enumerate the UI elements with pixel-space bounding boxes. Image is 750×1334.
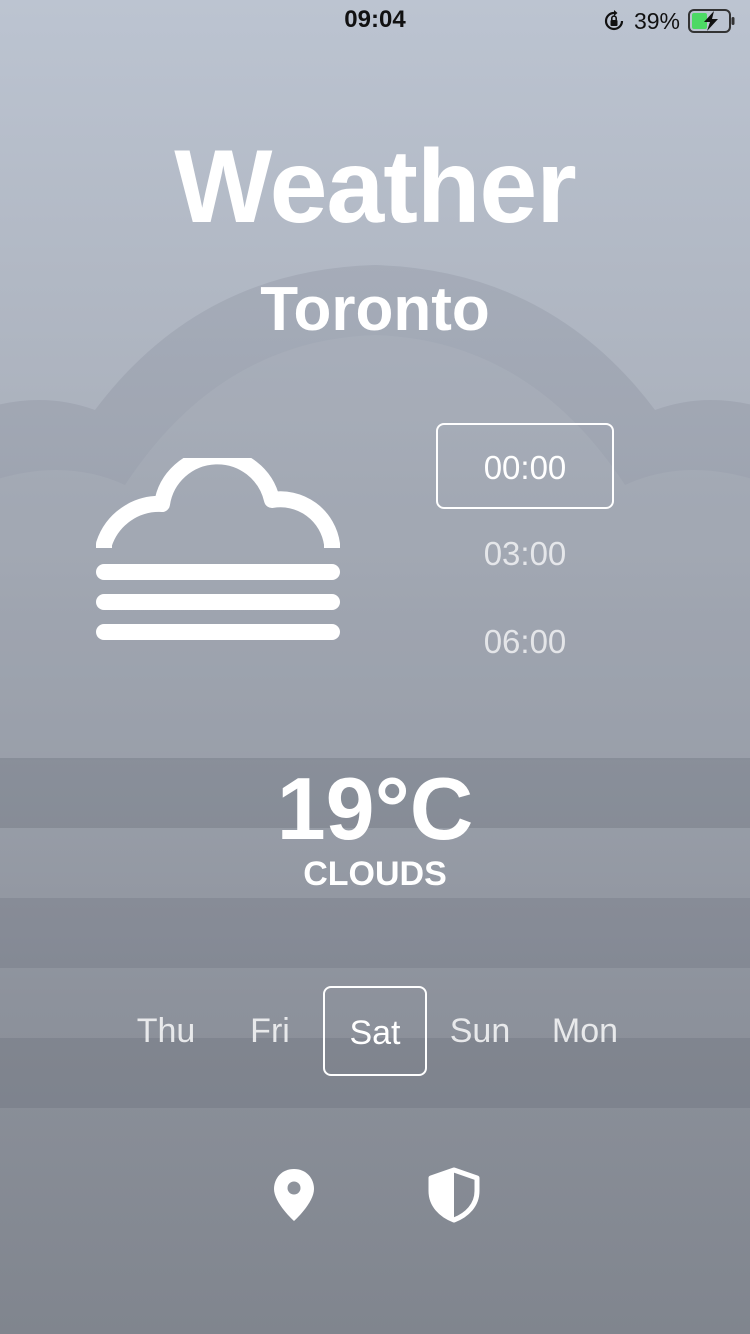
- location-pin-icon: [274, 1169, 314, 1221]
- fog-icon: [96, 458, 340, 640]
- app-title: Weather: [174, 129, 576, 245]
- weather-condition: CLOUDS: [303, 855, 447, 893]
- orientation-lock-icon: [604, 10, 624, 31]
- day-tab-thu[interactable]: Thu: [114, 986, 218, 1076]
- day-tab-fri[interactable]: Fri: [218, 986, 322, 1076]
- location-button[interactable]: [264, 1160, 324, 1230]
- day-tab-sun[interactable]: Sun: [428, 986, 532, 1076]
- day-tab-mon[interactable]: Mon: [533, 986, 637, 1076]
- time-option-0300[interactable]: 03:00: [436, 511, 614, 597]
- battery-charging-icon: [688, 9, 735, 33]
- background-band: [0, 898, 750, 968]
- time-option-0600[interactable]: 06:00: [436, 599, 614, 685]
- privacy-button[interactable]: [424, 1160, 484, 1230]
- shield-icon: [428, 1167, 480, 1223]
- day-tab-sat[interactable]: Sat: [323, 986, 427, 1076]
- temperature: 19°C: [276, 759, 474, 858]
- time-option-0000[interactable]: 00:00: [436, 423, 614, 509]
- city-name: Toronto: [260, 275, 490, 344]
- battery-percentage: 39%: [633, 7, 680, 34]
- status-bar-right: 39%: [602, 6, 736, 36]
